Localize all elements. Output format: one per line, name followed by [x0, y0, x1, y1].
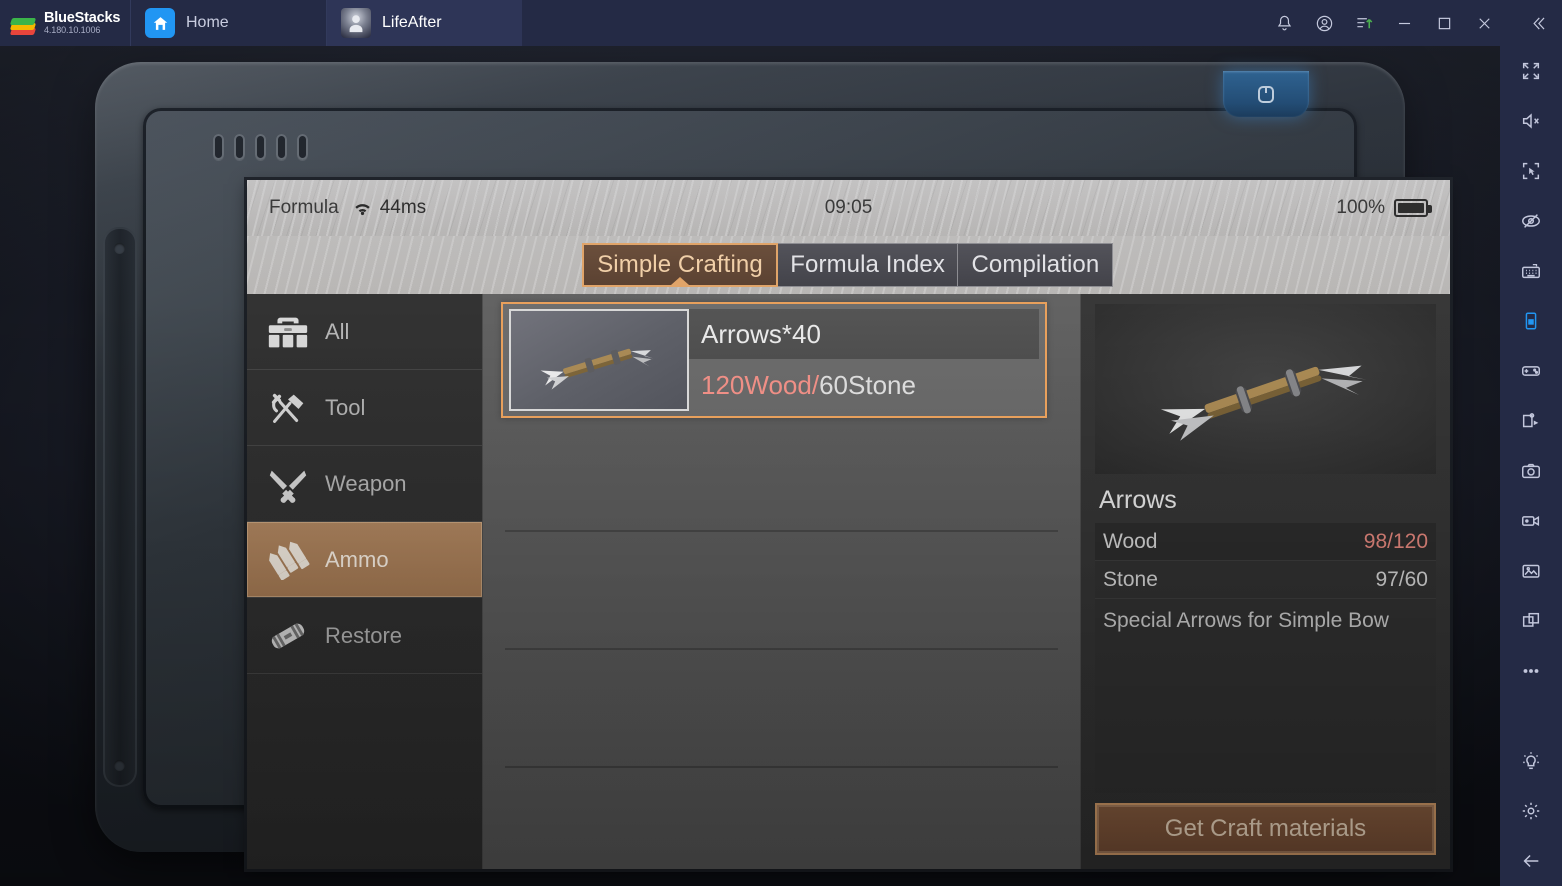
screen-select-icon[interactable]	[1500, 146, 1562, 196]
recipe-list: Arrows*40 120Wood / 60Stone	[483, 294, 1080, 869]
more-options-icon[interactable]	[1500, 646, 1562, 696]
recipe-name: Arrows*40	[689, 309, 1039, 359]
device-vents	[213, 134, 308, 160]
camera-icon[interactable]	[1500, 446, 1562, 496]
detail-title: Arrows	[1099, 486, 1177, 514]
window-actions	[1264, 0, 1562, 46]
material-row: Stone 97/60	[1095, 561, 1436, 599]
tab-formula-index[interactable]: Formula Index	[776, 243, 959, 287]
close-icon[interactable]	[1464, 0, 1504, 46]
arrow-bundle-icon	[1095, 304, 1436, 474]
multi-instance-icon[interactable]	[1500, 596, 1562, 646]
recipe-card-arrows[interactable]: Arrows*40 120Wood / 60Stone	[501, 302, 1047, 418]
lightbulb-icon[interactable]	[1500, 736, 1562, 786]
device-shell: Formula 44ms 09:05 100% Simple Crafting …	[95, 62, 1450, 869]
bluestacks-logo-icon	[9, 10, 37, 36]
screen-tabs: Simple Crafting Formula Index Compilatio…	[247, 236, 1450, 294]
game-screen: Formula 44ms 09:05 100% Simple Crafting …	[247, 180, 1450, 869]
material-name: Stone	[1103, 567, 1158, 591]
screen-body: All Tool Weapon Ammo Restore Arrows*40 1…	[247, 294, 1450, 869]
sidebar-item-weapon-label: Weapon	[325, 470, 407, 496]
notifications-icon[interactable]	[1264, 0, 1304, 46]
detail-panel: Arrows Wood 98/120 Stone 97/60 Special A…	[1080, 294, 1450, 869]
tab-formula-index-label: Formula Index	[790, 251, 945, 278]
tab-simple-crafting-label: Simple Crafting	[597, 251, 763, 278]
settings-gear-icon[interactable]	[1500, 786, 1562, 836]
crossed-knives-icon	[261, 461, 315, 507]
sidebar-item-ammo[interactable]: Ammo	[247, 522, 482, 598]
bandage-icon	[261, 613, 315, 659]
get-craft-materials-label: Get Craft materials	[1164, 815, 1367, 842]
tab-simple-crafting[interactable]: Simple Crafting	[582, 243, 778, 287]
power-eject-icon[interactable]	[1223, 71, 1309, 117]
video-record-icon[interactable]	[1500, 496, 1562, 546]
home-icon	[145, 8, 175, 38]
hammer-pliers-icon	[261, 385, 315, 431]
battery-full-icon	[1394, 199, 1432, 217]
collapse-icon[interactable]	[1518, 0, 1558, 46]
maximize-icon[interactable]	[1424, 0, 1464, 46]
bluestacks-title-bar: BlueStacks 4.180.10.1006 Home LifeAfter	[0, 0, 1562, 46]
sidebar-item-weapon[interactable]: Weapon	[247, 446, 482, 522]
minimize-icon[interactable]	[1384, 0, 1424, 46]
material-value: 97/60	[1375, 567, 1428, 591]
arrow-bundle-icon	[509, 309, 689, 411]
recipe-cost-separator: /	[811, 369, 820, 400]
device-left-rail	[103, 227, 137, 787]
recipe-cost-lacking: 120Wood	[701, 369, 812, 400]
script-play-icon[interactable]	[1500, 396, 1562, 446]
sidebar-item-tool-label: Tool	[325, 394, 366, 420]
sidebar-item-all-label: All	[325, 318, 350, 344]
avatar-icon	[341, 8, 371, 38]
sidebar-item-ammo-label: Ammo	[325, 546, 389, 572]
tab-home[interactable]: Home	[130, 0, 326, 46]
mute-icon[interactable]	[1500, 96, 1562, 146]
toolbox-icon	[261, 309, 315, 355]
recipe-cost: 120Wood / 60Stone	[689, 359, 1039, 411]
material-value: 98/120	[1363, 529, 1428, 553]
keyboard-icon[interactable]	[1500, 246, 1562, 296]
sidebar-item-restore-label: Restore	[325, 622, 403, 648]
tab-compilation-label: Compilation	[971, 251, 1100, 278]
phone-icon[interactable]	[1500, 296, 1562, 346]
list-divider	[505, 530, 1058, 532]
material-name: Wood	[1103, 529, 1158, 553]
fullscreen-icon[interactable]	[1500, 46, 1562, 96]
category-nav: All Tool Weapon Ammo Restore	[247, 294, 483, 869]
media-gallery-icon[interactable]	[1500, 546, 1562, 596]
tab-lifeafter[interactable]: LifeAfter	[326, 0, 522, 46]
sidebar-item-restore[interactable]: Restore	[247, 598, 482, 674]
bluestacks-sidebar	[1500, 46, 1562, 886]
list-divider	[505, 766, 1058, 768]
sidebar-item-tool[interactable]: Tool	[247, 370, 482, 446]
tab-compilation[interactable]: Compilation	[957, 243, 1114, 287]
account-icon[interactable]	[1304, 0, 1344, 46]
list-divider	[505, 648, 1058, 650]
brand-version: 4.180.10.1006	[44, 24, 101, 35]
material-list: Wood 98/120 Stone 97/60	[1095, 523, 1436, 599]
bullets-icon	[261, 537, 315, 583]
clock: 09:05	[824, 197, 873, 218]
titlebar-spacer	[522, 0, 1264, 46]
sidebar-item-all[interactable]: All	[247, 294, 482, 370]
bluestacks-brand: BlueStacks 4.180.10.1006	[0, 0, 130, 46]
item-description: Special Arrows for Simple Bow	[1095, 599, 1436, 793]
material-row: Wood 98/120	[1095, 523, 1436, 561]
game-status-bar: Formula 44ms 09:05 100%	[247, 180, 1450, 236]
recipe-cost-available: 60Stone	[819, 369, 916, 400]
tab-lifeafter-label: LifeAfter	[382, 14, 442, 31]
emulator-viewport: Formula 44ms 09:05 100% Simple Crafting …	[0, 46, 1500, 886]
gamepad-icon[interactable]	[1500, 346, 1562, 396]
upload-icon[interactable]	[1344, 0, 1384, 46]
brand-name: BlueStacks	[44, 9, 121, 26]
eye-off-icon[interactable]	[1500, 196, 1562, 246]
tab-home-label: Home	[186, 14, 229, 31]
get-craft-materials-button[interactable]: Get Craft materials	[1095, 803, 1436, 855]
back-arrow-icon[interactable]	[1500, 836, 1562, 886]
battery-percent: 100%	[1336, 197, 1385, 218]
